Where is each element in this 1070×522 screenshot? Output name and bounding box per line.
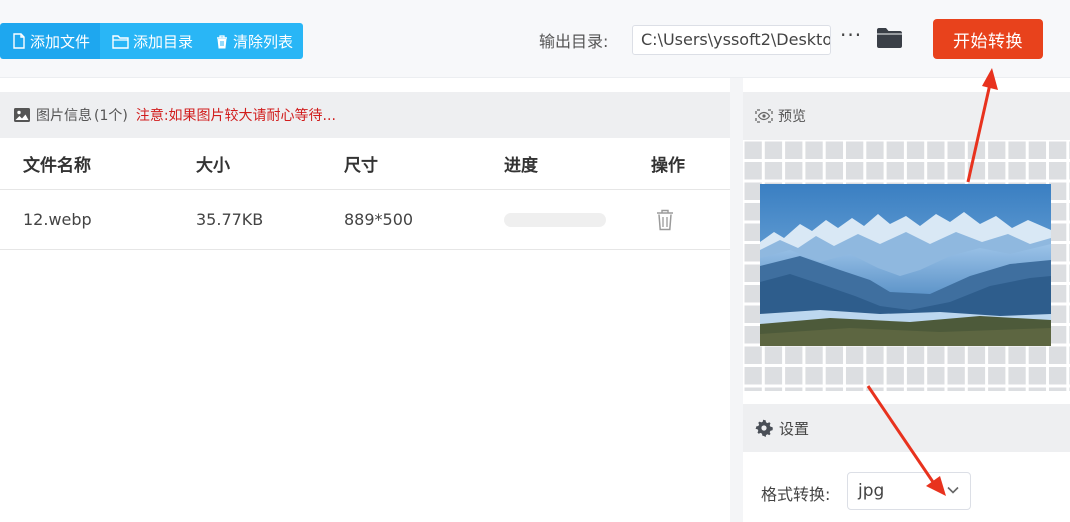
delete-row-button[interactable] bbox=[655, 190, 675, 249]
format-selected-value: jpg bbox=[858, 481, 885, 501]
output-directory-field[interactable]: C:\Users\yssoft2\Desktop bbox=[632, 25, 831, 55]
column-header-name: 文件名称 bbox=[23, 156, 91, 176]
image-info-title: 图片信息 bbox=[36, 108, 92, 124]
settings-header: 设置 bbox=[743, 404, 1070, 452]
file-button-group: 添加文件 添加目录 清除列表 bbox=[0, 23, 304, 59]
app-window: 添加文件 添加目录 清除列表 输出目录: C:\Users\yssoft2\De… bbox=[0, 0, 1070, 522]
panel-divider bbox=[730, 78, 743, 522]
folder-icon bbox=[877, 28, 902, 48]
settings-title: 设置 bbox=[779, 419, 810, 438]
preview-image bbox=[760, 184, 1051, 346]
file-size-cell: 35.77KB bbox=[196, 210, 264, 229]
add-directory-button[interactable]: 添加目录 bbox=[100, 23, 204, 59]
add-file-button[interactable]: 添加文件 bbox=[0, 23, 101, 59]
image-count: (1个) bbox=[94, 108, 128, 124]
folder-outline-icon bbox=[112, 34, 129, 49]
open-folder-button[interactable] bbox=[876, 26, 903, 50]
add-directory-label: 添加目录 bbox=[133, 32, 194, 51]
trash-icon bbox=[657, 209, 673, 230]
column-header-actions: 操作 bbox=[651, 156, 685, 176]
output-directory-label: 输出目录: bbox=[539, 32, 609, 51]
browse-more-button[interactable]: ··· bbox=[840, 25, 862, 50]
wait-note: 注意:如果图片较大请耐心等待... bbox=[135, 108, 336, 124]
image-icon bbox=[14, 108, 30, 122]
table-row[interactable]: 12.webp 35.77KB 889*500 bbox=[0, 190, 730, 250]
progress-bar bbox=[504, 212, 606, 227]
chevron-down-icon bbox=[947, 486, 959, 494]
column-header-size: 大小 bbox=[196, 156, 230, 176]
eye-icon bbox=[755, 109, 773, 123]
preview-title: 预览 bbox=[778, 109, 806, 125]
start-convert-button[interactable]: 开始转换 bbox=[933, 19, 1043, 59]
file-table-header: 文件名称 大小 尺寸 进度 操作 bbox=[0, 138, 730, 190]
format-label: 格式转换: bbox=[761, 485, 831, 504]
panel-separator bbox=[743, 391, 1070, 404]
clear-list-label: 清除列表 bbox=[233, 32, 294, 51]
trash-icon bbox=[217, 34, 228, 48]
file-icon bbox=[13, 33, 25, 49]
image-info-bar: 图片信息 (1个) 注意:如果图片较大请耐心等待... bbox=[0, 92, 730, 138]
mountain-landscape-image bbox=[760, 184, 1051, 346]
column-header-progress: 进度 bbox=[504, 156, 538, 176]
preview-header: 预览 bbox=[743, 92, 1070, 140]
format-select[interactable]: jpg bbox=[847, 472, 971, 510]
toolbar: 添加文件 添加目录 清除列表 输出目录: C:\Users\yssoft2\De… bbox=[0, 0, 1070, 78]
progress-cell bbox=[504, 190, 606, 249]
add-file-label: 添加文件 bbox=[30, 32, 91, 51]
gear-icon bbox=[755, 419, 773, 437]
clear-list-button[interactable]: 清除列表 bbox=[203, 23, 304, 59]
column-header-dimensions: 尺寸 bbox=[344, 156, 378, 176]
file-name-cell: 12.webp bbox=[23, 210, 92, 229]
file-dimensions-cell: 889*500 bbox=[344, 210, 414, 229]
